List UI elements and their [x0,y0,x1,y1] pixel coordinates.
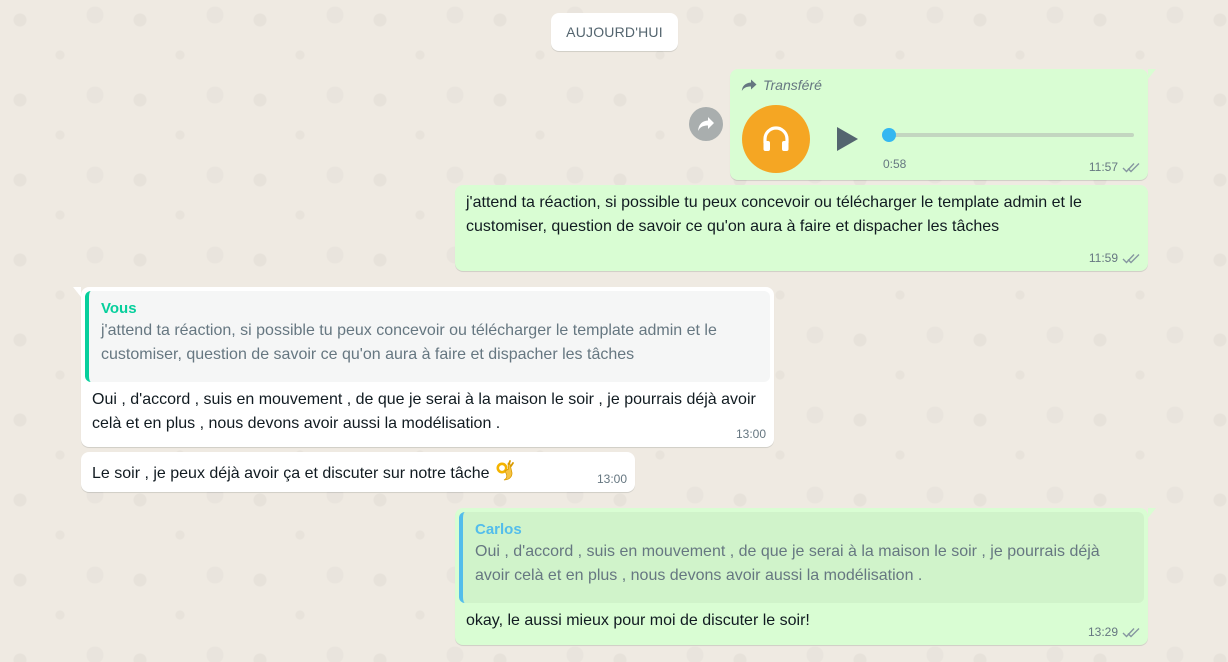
forwarded-indicator: Transféré [741,77,822,93]
quoted-message[interactable]: Carlos Oui , d'accord , suis en mouvemen… [459,512,1144,603]
message-meta: 13:00 [597,472,627,486]
forward-icon [698,117,714,131]
forward-button[interactable] [689,107,723,141]
quoted-message[interactable]: Vous j'attend ta réaction, si possible t… [85,291,770,382]
ok-hand-emoji-icon [496,460,514,481]
audio-progress-knob[interactable] [882,128,896,142]
message-meta: 13:00 [736,427,766,441]
message-text-content: Le soir , je peux déjà avoir ça et discu… [92,465,490,482]
message-time: 11:57 [1088,160,1118,174]
date-separator: AUJOURD'HUI [551,13,678,51]
forwarded-arrow-icon [741,79,757,91]
message-meta: 11:57 [1089,160,1140,174]
incoming-message: Le soir , je peux déjà avoir ça et discu… [81,452,635,492]
date-separator-label: AUJOURD'HUI [566,24,663,40]
read-ticks-icon [1122,627,1140,638]
audio-progress-track[interactable] [882,128,1134,142]
play-button[interactable] [834,125,860,153]
audio-avatar [742,105,810,173]
quoted-author: Carlos [475,521,522,538]
outgoing-message: j'attend ta réaction, si possible tu peu… [455,185,1148,271]
message-text: Oui , d'accord , suis en mouvement , de … [92,391,756,432]
forwarded-label: Transféré [763,77,822,93]
message-meta: 13:29 [1088,625,1140,639]
message-time: 13:29 [1087,625,1118,639]
message-time: 13:00 [596,472,627,486]
read-ticks-icon [1122,162,1140,173]
quoted-author: Vous [101,300,137,317]
message-time: 13:00 [735,427,766,441]
message-time: 11:59 [1088,251,1118,265]
audio-message: Transféré 0:58 11:57 [730,69,1156,180]
message-text: Le soir , je peux déjà avoir ça et discu… [92,459,627,486]
read-ticks-icon [1122,253,1140,264]
message-text: okay, le aussi mieux pour moi de discute… [466,612,810,629]
outgoing-message: Carlos Oui , d'accord , suis en mouvemen… [455,508,1156,645]
quoted-text: Oui , d'accord , suis en mouvement , de … [475,543,1100,584]
message-meta: 11:59 [1089,251,1140,265]
incoming-message: Vous j'attend ta réaction, si possible t… [73,287,774,447]
message-text: j'attend ta réaction, si possible tu peu… [466,194,1082,235]
quoted-text: j'attend ta réaction, si possible tu peu… [101,322,717,363]
headphones-icon [763,126,789,151]
audio-duration: 0:58 [883,157,907,171]
